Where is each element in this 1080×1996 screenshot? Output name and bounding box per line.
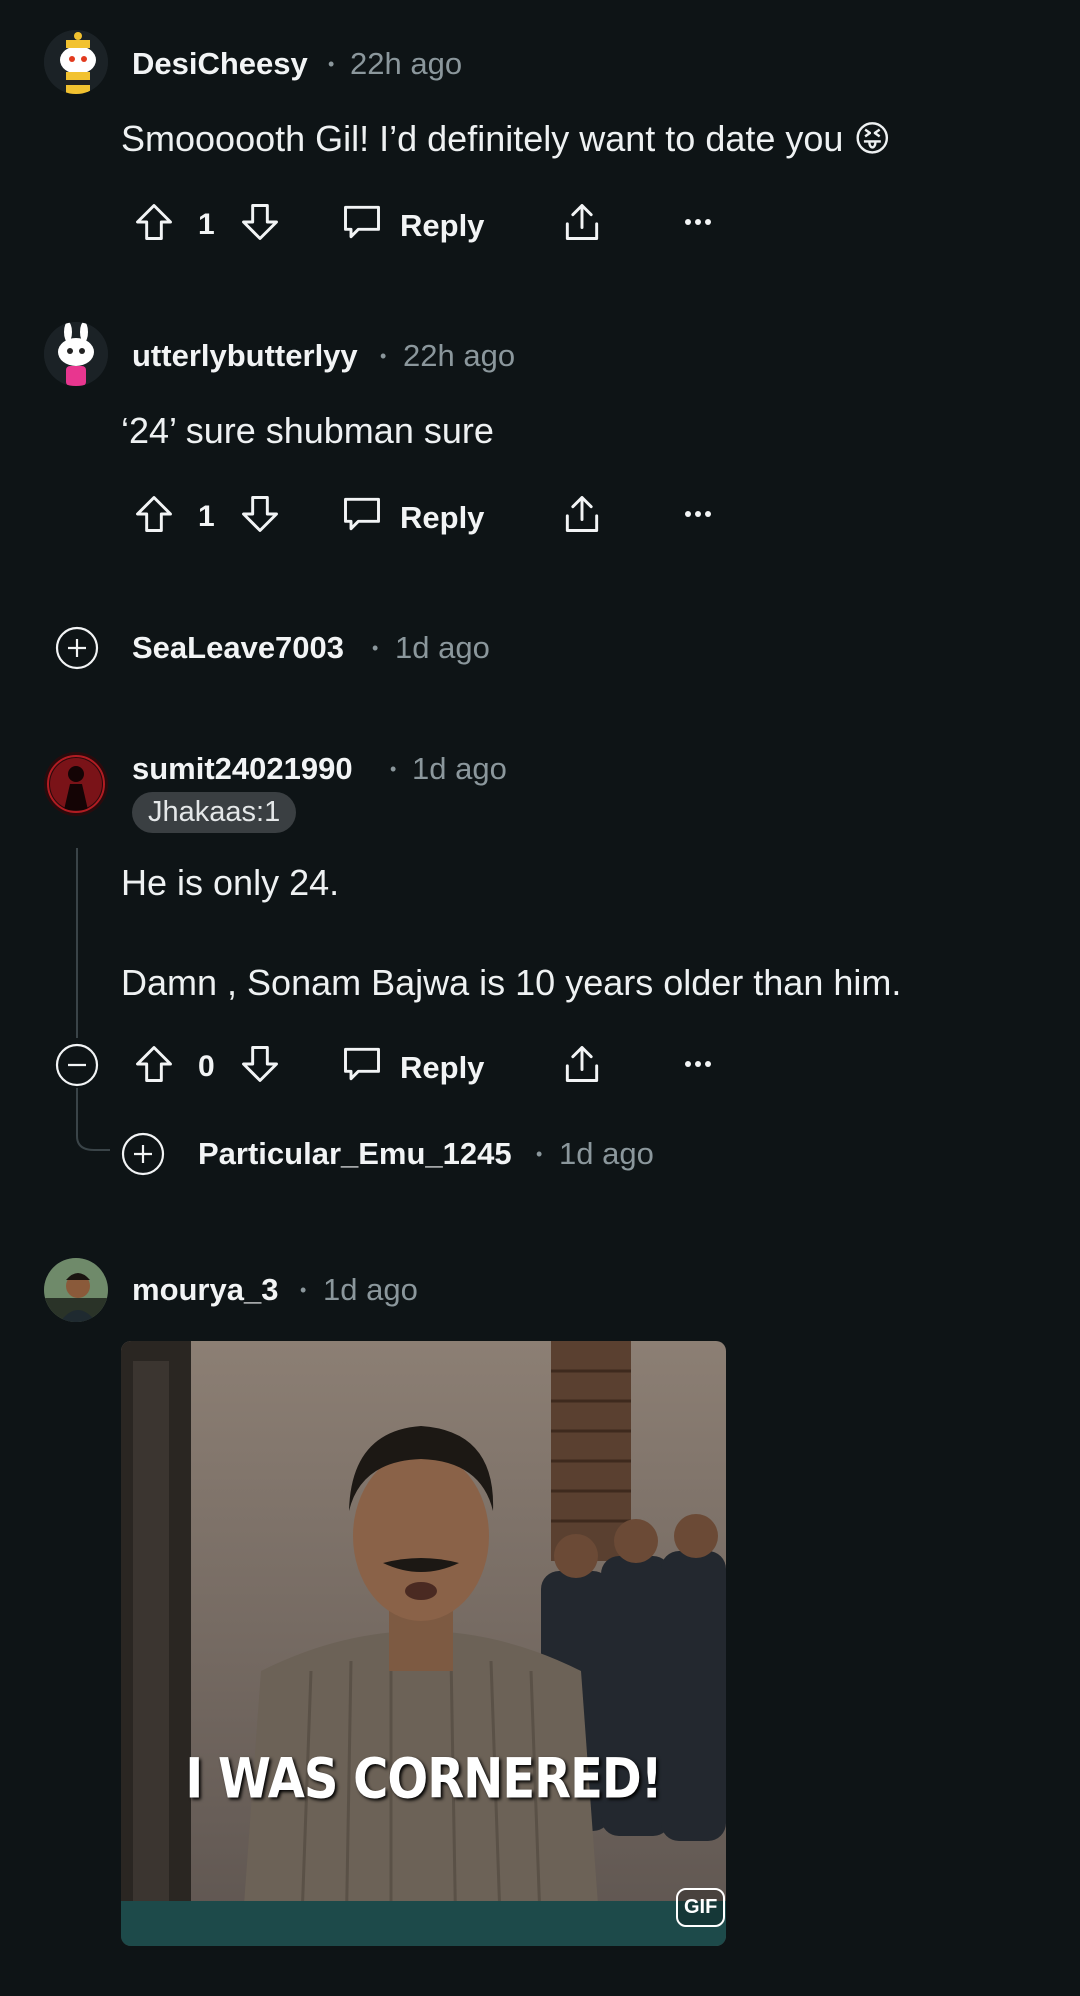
share-button[interactable] [556,1038,608,1090]
avatar[interactable] [44,752,108,816]
plus-circle-icon [121,1132,165,1176]
avatar[interactable] [44,322,108,386]
expand-thread-button[interactable] [54,625,100,671]
comment-text: Smoooooth Gil! I’d definitely want to da… [121,118,844,159]
more-options-button[interactable] [672,1038,724,1090]
action-bar: 1 Reply [128,488,728,548]
expand-thread-button[interactable] [120,1131,166,1177]
snoo-bunny-avatar-icon [44,322,108,386]
more-dots-icon [685,1061,711,1067]
reply-label: Reply [400,500,485,535]
comment-body: Smoooooth Gil! I’d definitely want to da… [121,118,891,160]
chat-bubble-icon [344,1047,380,1081]
reply-label: Reply [400,208,485,243]
vote-count: 1 [198,208,215,241]
upvote-arrow-icon [136,204,172,240]
upvote-button[interactable] [128,1038,180,1090]
upvote-arrow-icon [136,496,172,532]
separator-dot: • [300,1280,307,1300]
username[interactable]: mourya_3 [132,1272,278,1308]
separator-dot: • [390,759,397,779]
comment-text-line1: He is only 24. [121,862,340,903]
gif-scene-image [121,1341,726,1946]
share-icon [565,496,599,532]
profile-photo-avatar-icon [44,1258,108,1322]
action-bar: 0 Reply [128,1038,728,1098]
separator-dot: • [536,1144,543,1164]
share-icon [565,204,599,240]
more-dots-icon [685,511,711,517]
tongue-emoji-icon: 😝 [853,118,891,159]
username[interactable]: SeaLeave7003 [132,630,344,666]
dark-figure-avatar-icon [44,752,108,816]
gif-badge: GIF [676,1888,726,1927]
separator-dot: • [328,54,335,74]
snoo-avatar-icon [44,30,108,94]
comment-age: 1d ago [559,1136,654,1171]
downvote-button[interactable] [234,488,286,540]
username[interactable]: Particular_Emu_1245 [198,1136,512,1172]
vote-count: 1 [198,500,215,533]
comment-age: 1d ago [323,1272,418,1307]
comment-age: 22h ago [403,338,516,373]
upvote-button[interactable] [128,488,180,540]
thread-line [76,848,78,1038]
separator-dot: • [372,638,379,658]
reply-button[interactable]: Reply [340,1038,490,1090]
downvote-button[interactable] [234,1038,286,1090]
downvote-arrow-icon [242,204,278,240]
gif-media[interactable]: I WAS CORNERED! GIF [121,1341,726,1946]
reply-button[interactable]: Reply [340,196,490,248]
upvote-button[interactable] [128,196,180,248]
comment-text-line2: Damn , Sonam Bajwa is 10 years older tha… [121,962,902,1003]
reply-button[interactable]: Reply [340,488,490,540]
share-icon [565,1046,599,1082]
comment-age: 1d ago [395,630,490,665]
share-button[interactable] [556,488,608,540]
username[interactable]: DesiCheesy [132,46,308,82]
more-options-button[interactable] [672,196,724,248]
chat-bubble-icon [344,205,380,239]
reply-label: Reply [400,1050,485,1085]
comment-age: 22h ago [350,46,463,81]
user-flair: Jhakaas:1 [132,792,297,833]
collapse-thread-button[interactable] [54,1042,100,1088]
avatar[interactable] [44,30,108,94]
username[interactable]: utterlybutterlyy [132,338,358,374]
downvote-button[interactable] [234,196,286,248]
chat-bubble-icon [344,497,380,531]
share-button[interactable] [556,196,608,248]
comment-age: 1d ago [412,751,507,786]
more-dots-icon [685,219,711,225]
minus-circle-icon [55,1043,99,1087]
gif-caption: I WAS CORNERED! [185,1746,662,1812]
avatar[interactable] [44,1258,108,1322]
downvote-arrow-icon [242,496,278,532]
vote-count: 0 [198,1050,215,1083]
downvote-arrow-icon [242,1046,278,1082]
username[interactable]: sumit24021990 [132,751,353,787]
more-options-button[interactable] [672,488,724,540]
upvote-arrow-icon [136,1046,172,1082]
comment-text: ‘24’ sure shubman sure [121,410,494,451]
plus-circle-icon [55,626,99,670]
reply-connector-line [76,1088,110,1151]
separator-dot: • [380,346,387,366]
action-bar: 1 Reply [128,196,728,256]
